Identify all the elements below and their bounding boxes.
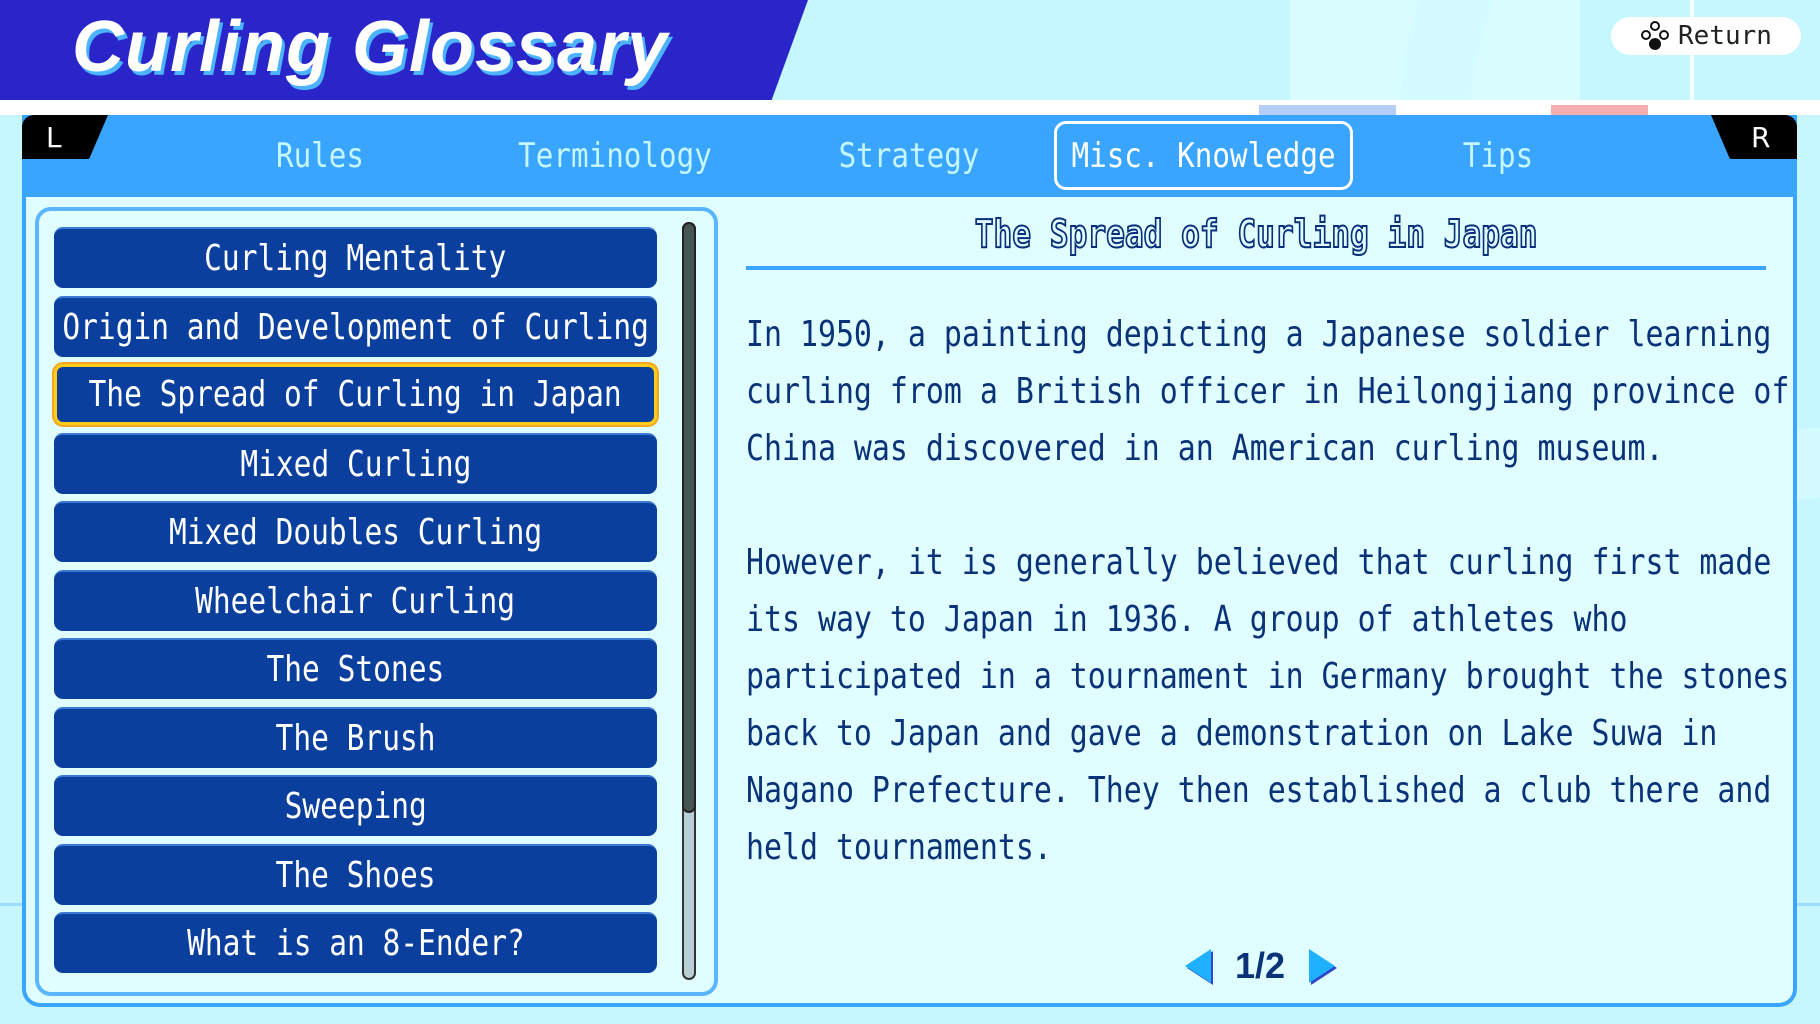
return-label: Return: [1678, 21, 1772, 51]
topic-list-item[interactable]: Origin and Development of Curling: [54, 295, 657, 357]
tab-label: Tips: [1462, 135, 1534, 176]
topic-list-item[interactable]: The Stones: [54, 638, 657, 699]
background-stripe: [0, 100, 1820, 115]
article-paragraph: In 1950, a painting depicting a Japanese…: [746, 314, 1790, 469]
topic-label: Mixed Curling: [239, 443, 472, 485]
tab-label: Terminology: [518, 135, 712, 176]
topic-list-item[interactable]: Curling Mentality: [54, 227, 657, 288]
tab-label: Strategy: [838, 135, 980, 176]
topic-label: Sweeping: [284, 786, 427, 827]
tab-terminology[interactable]: Terminology: [512, 121, 718, 190]
topic-list-item[interactable]: What is an 8-Ender?: [54, 912, 657, 973]
return-button[interactable]: Return: [1611, 17, 1801, 55]
topic-list-item[interactable]: The Spread of Curling in Japan: [54, 364, 657, 425]
topic-label: Mixed Doubles Curling: [168, 512, 543, 553]
topic-label: The Spread of Curling in Japan: [88, 374, 623, 415]
background-band: [1290, 0, 1580, 115]
page-title: Curling Glossary: [72, 7, 669, 87]
tab-rules[interactable]: Rules: [260, 121, 380, 190]
topic-label: The Shoes: [275, 854, 436, 896]
topic-label: Origin and Development of Curling: [62, 306, 649, 348]
tab-tips[interactable]: Tips: [1448, 121, 1548, 190]
button-cluster-icon: [1640, 21, 1670, 51]
tab-label: Rules: [275, 135, 365, 176]
article-title: The Spread of Curling in Japan: [974, 211, 1538, 257]
background-chip-blue: [1259, 105, 1396, 115]
topic-label: Curling Mentality: [204, 238, 507, 279]
background-line-left: [0, 903, 22, 906]
next-page-arrow-icon[interactable]: [1308, 949, 1335, 983]
scrollbar-thumb[interactable]: [682, 222, 696, 813]
topic-list-item[interactable]: Mixed Doubles Curling: [54, 501, 657, 562]
pagination: 1/2: [1185, 944, 1335, 988]
article-body: In 1950, a painting depicting a Japanese…: [746, 306, 1808, 933]
r-shoulder-label: R: [1751, 120, 1771, 154]
previous-page-arrow-icon[interactable]: [1185, 949, 1211, 983]
l-shoulder-label: L: [46, 120, 62, 154]
tab-strategy[interactable]: Strategy: [827, 121, 990, 190]
list-scrollbar[interactable]: [682, 222, 696, 980]
title-underline: [746, 266, 1766, 270]
topic-list-item[interactable]: The Brush: [54, 706, 657, 768]
tab-label: Misc. Knowledge: [1071, 135, 1336, 176]
tab-misc-knowledge[interactable]: Misc. Knowledge: [1054, 121, 1353, 190]
page-indicator: 1/2: [1234, 945, 1286, 986]
article-paragraph: However, it is generally believed that c…: [746, 542, 1790, 868]
background-chip-red: [1551, 105, 1648, 115]
topic-list-item[interactable]: Mixed Curling: [54, 432, 657, 494]
topic-label: The Brush: [275, 717, 436, 759]
topic-list-item[interactable]: Sweeping: [54, 775, 657, 836]
topic-label: The Stones: [266, 649, 445, 690]
topic-label: Wheelchair Curling: [195, 580, 516, 622]
topic-list-item[interactable]: The Shoes: [54, 843, 657, 905]
topic-label: What is an 8-Ender?: [186, 923, 525, 964]
topic-list-item[interactable]: Wheelchair Curling: [54, 569, 657, 631]
